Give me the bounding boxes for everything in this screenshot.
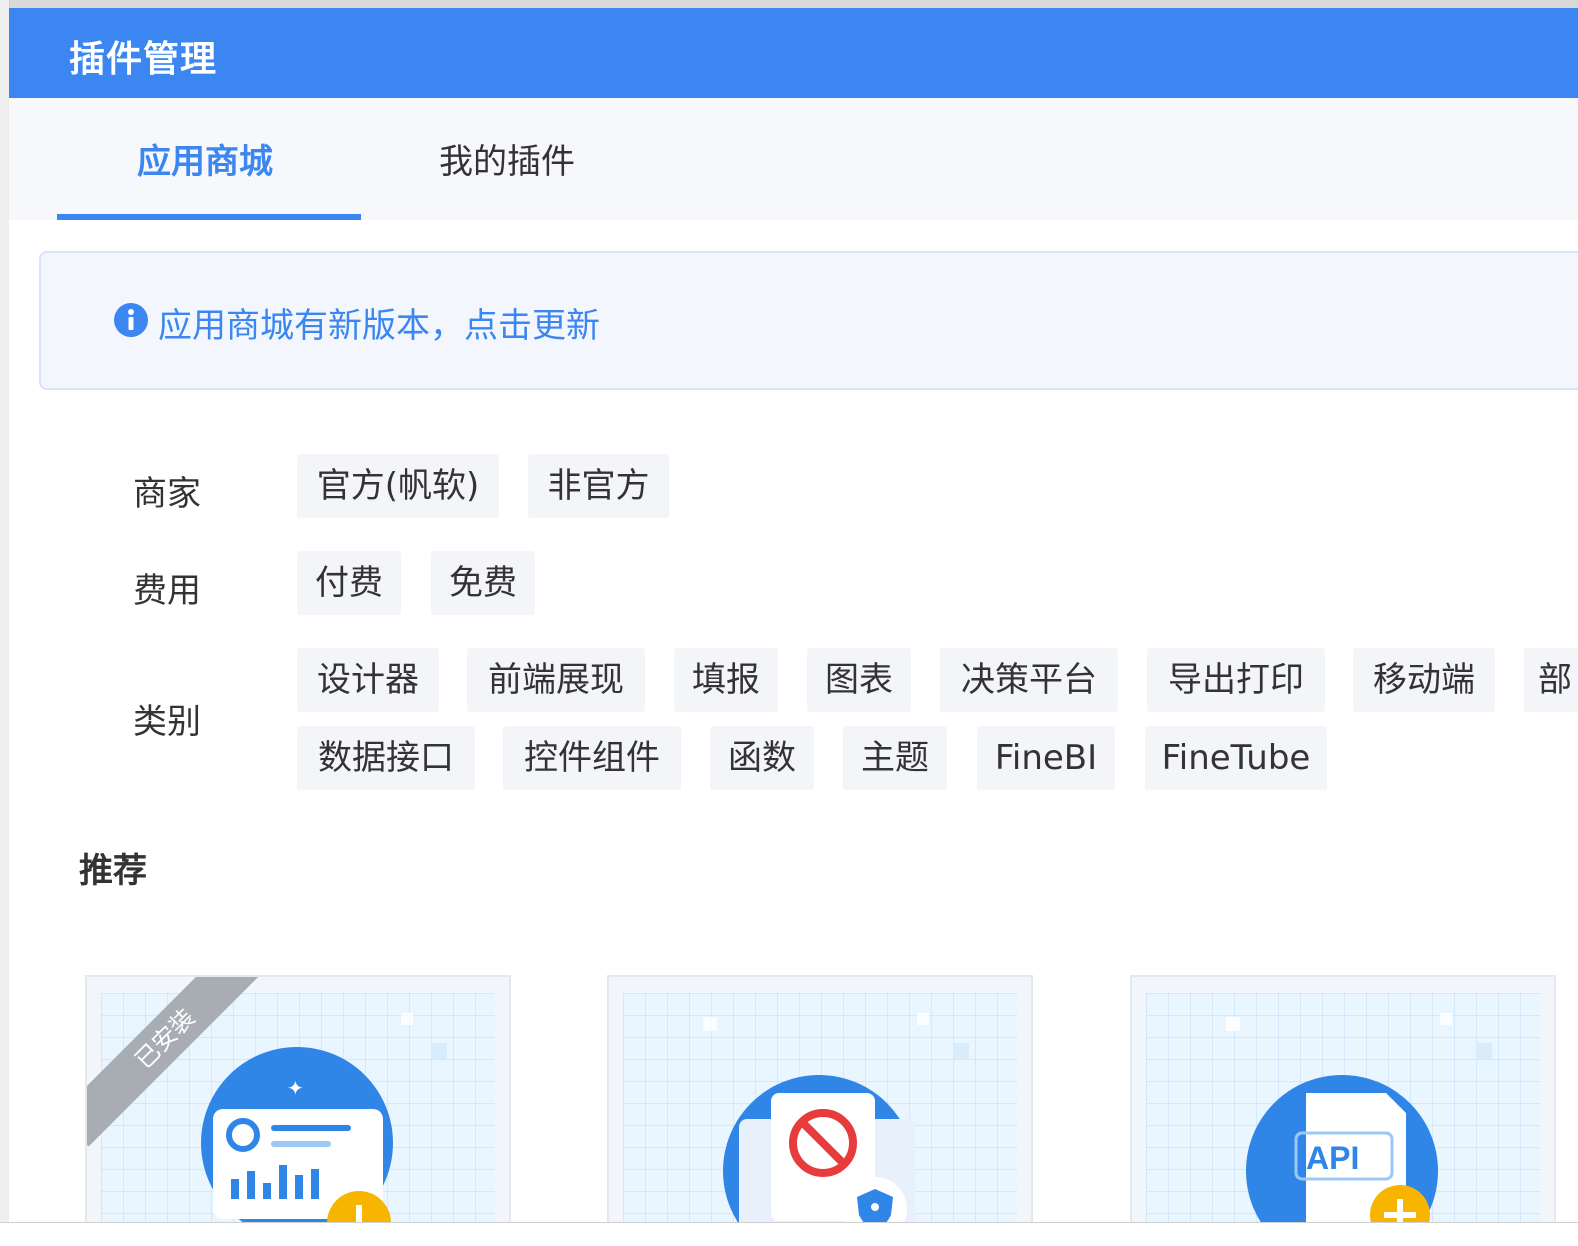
forbidden-shield-icon [703,1013,969,1222]
chip-category-widgets[interactable]: 控件组件 [503,726,681,790]
chip-category-fill[interactable]: 填报 [674,648,778,712]
svg-text:✦: ✦ [287,1076,304,1100]
tab-my-plugins[interactable]: 我的插件 [439,134,575,183]
chip-fee-free[interactable]: 免费 [431,551,535,615]
plugin-card[interactable] [607,975,1033,1222]
info-icon [114,303,148,337]
chip-category-finebi[interactable]: FineBI [977,726,1115,790]
chip-category-function[interactable]: 函数 [710,726,814,790]
active-tab-indicator [57,214,361,220]
recommend-section-title: 推荐 [79,851,147,891]
chip-vendor-official[interactable]: 官方(帆软) [297,454,499,518]
background-sheet-bottom [0,1222,1578,1246]
plugin-card[interactable]: API [1130,975,1556,1222]
dialog-title: 插件管理 [69,39,218,80]
api-add-icon: API [1226,1013,1492,1222]
chip-category-designer[interactable]: 设计器 [297,648,439,712]
chip-category-frontend[interactable]: 前端展现 [467,648,645,712]
chip-category-chart[interactable]: 图表 [807,648,911,712]
update-notice[interactable]: 应用商城有新版本，点击更新 [39,251,1578,390]
plugin-manager-dialog: 插件管理 应用商城 我的插件 应用商城有新版本，点击更新 商家 官方(帆软) 非… [9,8,1578,1222]
chip-vendor-unofficial[interactable]: 非官方 [528,454,669,518]
filter-label-vendor: 商家 [133,474,201,514]
tab-app-store[interactable]: 应用商城 [137,134,273,183]
chip-category-theme[interactable]: 主题 [843,726,947,790]
chip-fee-paid[interactable]: 付费 [297,551,401,615]
chip-category-finetube[interactable]: FineTube [1145,726,1327,790]
plugin-card-artwork [623,993,1017,1222]
tab-bar: 应用商城 我的插件 [9,98,1578,220]
update-notice-text[interactable]: 应用商城有新版本，点击更新 [158,298,600,347]
dialog-titlebar: 插件管理 [9,8,1578,98]
filter-label-fee: 费用 [133,571,201,611]
background-toolbar-strip [0,0,1578,8]
filter-label-category: 类别 [133,702,201,742]
plugin-card[interactable]: ✦ 已安装 [85,975,511,1222]
svg-text:API: API [1306,1140,1359,1176]
chip-category-export-print[interactable]: 导出打印 [1147,648,1325,712]
chip-category-mobile[interactable]: 移动端 [1353,648,1495,712]
chip-category-data-interface[interactable]: 数据接口 [297,726,475,790]
plugin-card-artwork: API [1146,993,1540,1222]
chip-category-truncated[interactable]: 部 [1524,648,1578,712]
chip-category-decision-platform[interactable]: 决策平台 [940,648,1118,712]
